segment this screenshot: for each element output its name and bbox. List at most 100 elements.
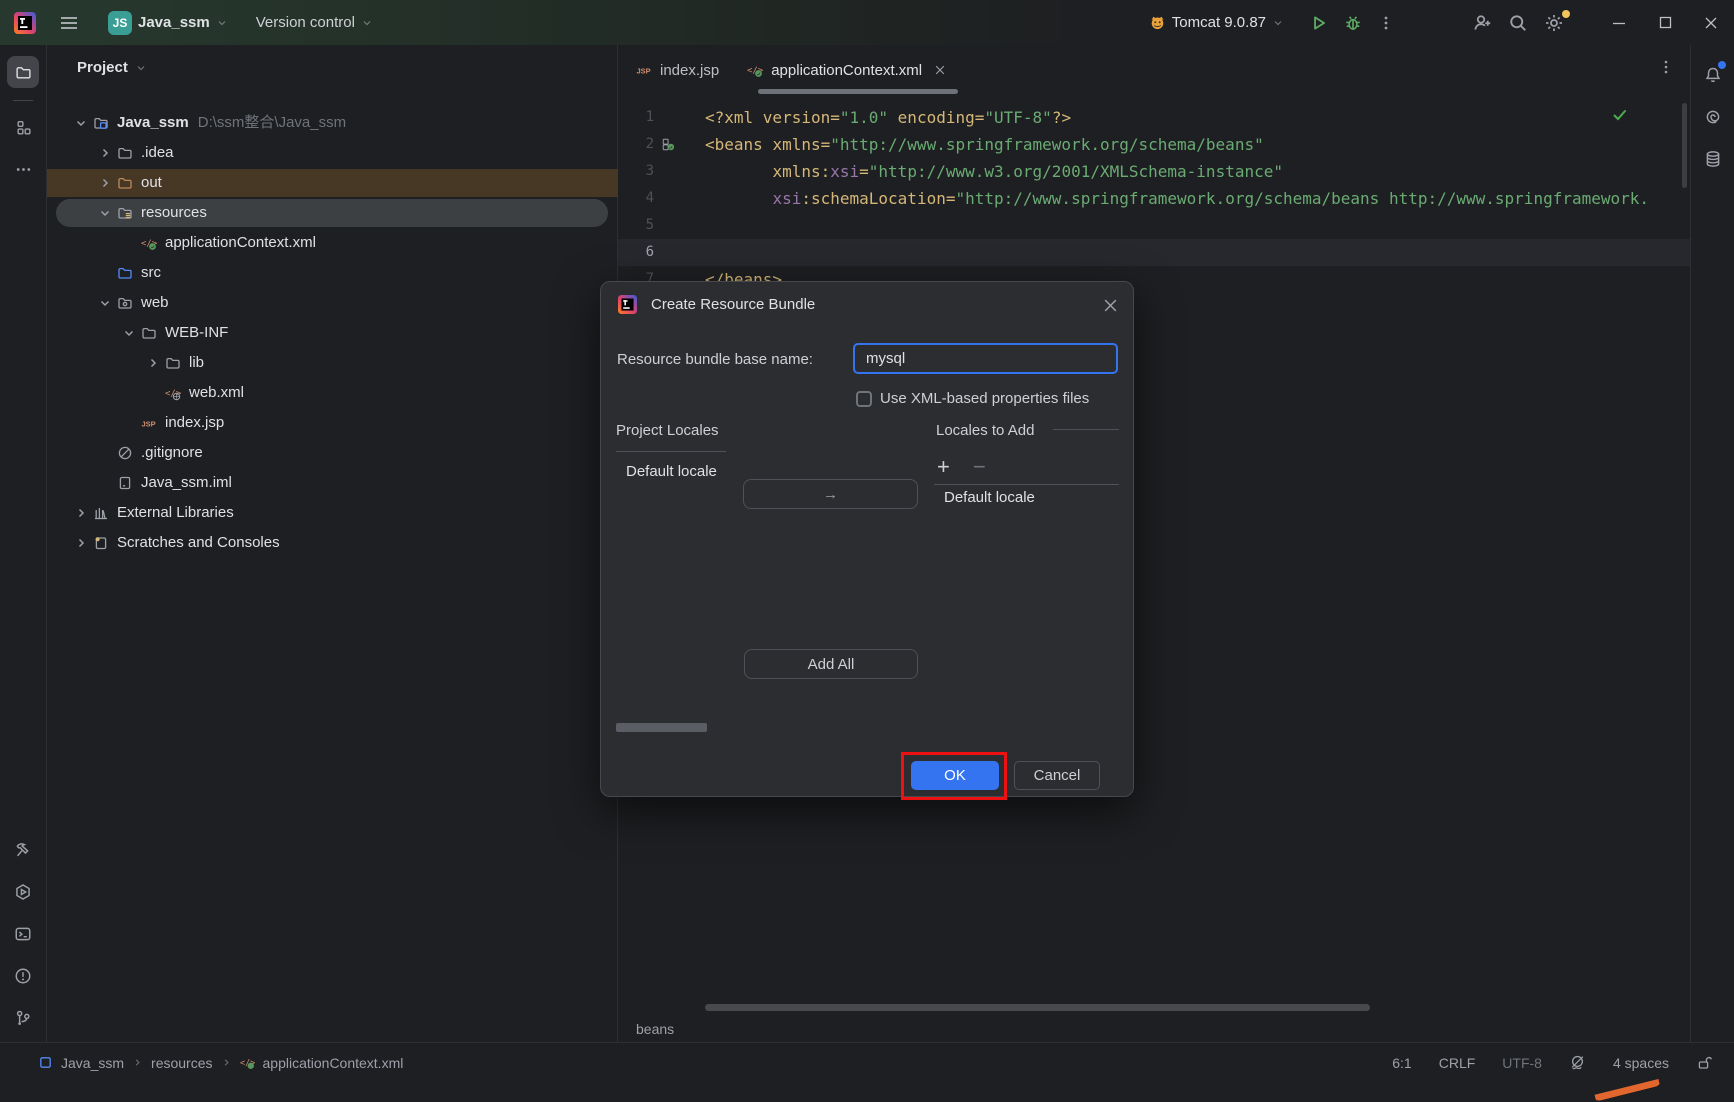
version-control-tool-window-button[interactable] <box>7 1002 39 1034</box>
tree-chevron-right-icon[interactable] <box>73 535 89 551</box>
notifications-bell-button[interactable] <box>1697 59 1729 91</box>
jsp-file-icon: JSP <box>636 62 652 78</box>
tomcat-icon <box>1149 14 1166 31</box>
tree-chevron-down-icon[interactable] <box>97 295 113 311</box>
chevron-down-icon <box>361 17 373 29</box>
tree-row-background <box>47 349 618 377</box>
tree-item-out[interactable]: out <box>47 168 618 198</box>
tree-item-label: External Libraries <box>117 498 234 528</box>
crumb-project[interactable]: Java_ssm <box>61 1055 124 1071</box>
tree-item-java_ssm-iml[interactable]: Java_ssm.iml <box>47 468 618 498</box>
window-close-button[interactable] <box>1688 0 1734 45</box>
readonly-lock-icon[interactable] <box>1696 1055 1712 1071</box>
folder-module-icon <box>117 295 133 311</box>
code-editor[interactable]: 1<?xml version="1.0" encoding="UTF-8"?>2… <box>618 104 1690 293</box>
services-tool-window-button[interactable] <box>7 876 39 908</box>
tab-applicationcontext-xml[interactable]: </> applicationContext.xml <box>733 45 960 95</box>
editor-vertical-scrollbar[interactable] <box>1682 103 1687 188</box>
stripe-separator <box>13 100 33 101</box>
locale-to-add-list-item[interactable]: Default locale <box>944 489 1035 506</box>
xml-properties-checkbox-label: Use XML-based properties files <box>880 390 1089 407</box>
tree-item-label: .gitignore <box>141 438 203 468</box>
tab-close-icon[interactable] <box>934 64 946 76</box>
tree-item-label: out <box>141 168 162 198</box>
cancel-button[interactable]: Cancel <box>1014 761 1100 790</box>
breadcrumb-beans[interactable]: beans <box>636 1021 674 1037</box>
caret-position-widget[interactable]: 6:1 <box>1392 1055 1411 1071</box>
terminal-tool-window-button[interactable] <box>7 918 39 950</box>
structure-tool-window-button[interactable] <box>7 111 39 143</box>
tree-item-label: Scratches and Consoles <box>117 528 280 558</box>
problems-tool-window-button[interactable] <box>7 960 39 992</box>
ai-assistant-button[interactable] <box>1697 101 1729 133</box>
code-with-me-button[interactable] <box>1464 8 1500 38</box>
highlighting-level-icon[interactable] <box>1569 1054 1586 1071</box>
spring-config-icon: </> <box>240 1055 255 1070</box>
vcs-widget-button[interactable]: Version control <box>248 9 381 36</box>
left-tool-stripe <box>0 45 47 1042</box>
project-panel-header[interactable]: Project <box>47 45 147 90</box>
resource-bundle-name-input[interactable] <box>853 343 1118 374</box>
tree-item-external-libraries[interactable]: External Libraries <box>47 498 618 528</box>
tree-item-web-inf[interactable]: WEB-INF <box>47 318 618 348</box>
editor-horizontal-scrollbar[interactable] <box>705 1004 1370 1011</box>
crumb-file[interactable]: applicationContext.xml <box>263 1055 404 1071</box>
statusbar-widgets: 6:1 CRLF UTF-8 4 spaces <box>1392 1054 1734 1071</box>
tree-chevron-down-icon[interactable] <box>73 115 89 131</box>
tree-item-applicationcontext-xml[interactable]: </>applicationContext.xml <box>47 228 618 258</box>
crumb-resources[interactable]: resources <box>151 1055 212 1071</box>
tree-item-src[interactable]: src <box>47 258 618 288</box>
database-button[interactable] <box>1697 143 1729 175</box>
project-locale-list-item[interactable]: Default locale <box>626 463 717 480</box>
arrow-right-icon: → <box>823 486 838 503</box>
remove-locale-minus-button[interactable]: − <box>973 454 986 480</box>
tab-index-jsp[interactable]: JSP index.jsp <box>622 45 733 95</box>
tree-chevron-down-icon[interactable] <box>121 325 137 341</box>
tree-item-scratches-and-consoles[interactable]: Scratches and Consoles <box>47 528 618 558</box>
dialog-close-icon[interactable] <box>1103 298 1118 313</box>
tree-chevron-right-icon[interactable] <box>145 355 161 371</box>
svg-text:JSP: JSP <box>637 67 651 76</box>
spring-bean-gutter-icon[interactable] <box>662 138 675 151</box>
settings-gear-icon[interactable] <box>1536 8 1572 38</box>
tree-chevron-right-icon[interactable] <box>73 505 89 521</box>
tree-item--idea[interactable]: .idea <box>47 138 618 168</box>
tree-item-web[interactable]: web <box>47 288 618 318</box>
tree-item-resources[interactable]: resources <box>47 198 618 228</box>
more-actions-kebab-icon[interactable] <box>1370 10 1402 36</box>
run-button[interactable] <box>1302 9 1336 37</box>
move-locale-arrow-button[interactable]: → <box>743 479 918 509</box>
search-everywhere-icon[interactable] <box>1500 8 1536 38</box>
editor-tab-options-kebab-icon[interactable] <box>1658 59 1674 75</box>
main-menu-hamburger-icon[interactable] <box>52 11 86 35</box>
project-tool-window-button[interactable] <box>7 56 39 88</box>
add-locale-plus-button[interactable]: + <box>937 454 950 480</box>
add-all-button[interactable]: Add All <box>744 649 918 679</box>
project-widget-button[interactable]: JS Java_ssm <box>100 6 236 40</box>
more-tool-windows-button[interactable] <box>7 153 39 185</box>
xml-properties-checkbox-row[interactable]: Use XML-based properties files <box>856 390 1089 407</box>
line-number: 4 <box>618 185 654 212</box>
run-configuration-selector[interactable]: Tomcat 9.0.87 <box>1141 9 1292 36</box>
window-minimize-button[interactable] <box>1596 0 1642 45</box>
window-maximize-button[interactable] <box>1642 0 1688 45</box>
scratches-icon <box>93 535 109 551</box>
xml-properties-checkbox[interactable] <box>856 391 872 407</box>
folder-icon <box>165 355 181 371</box>
notification-blue-dot <box>1718 61 1726 69</box>
tree-item-lib[interactable]: lib <box>47 348 618 378</box>
tree-chevron-right-icon[interactable] <box>97 145 113 161</box>
tree-chevron-down-icon[interactable] <box>97 205 113 221</box>
build-tool-window-button[interactable] <box>7 834 39 866</box>
tree-item--gitignore[interactable]: .gitignore <box>47 438 618 468</box>
tree-chevron-right-icon[interactable] <box>97 175 113 191</box>
tree-item-index-jsp[interactable]: JSPindex.jsp <box>47 408 618 438</box>
tree-item-java_ssm[interactable]: Java_ssmD:\ssm整合\Java_ssm <box>47 108 618 138</box>
line-ending-widget[interactable]: CRLF <box>1439 1055 1476 1071</box>
ok-button[interactable]: OK <box>911 761 999 790</box>
encoding-widget[interactable]: UTF-8 <box>1502 1055 1542 1071</box>
tree-item-web-xml[interactable]: </>web.xml <box>47 378 618 408</box>
intellij-logo-icon <box>618 295 637 314</box>
tree-row-background <box>47 409 618 437</box>
debug-button[interactable] <box>1336 9 1370 37</box>
